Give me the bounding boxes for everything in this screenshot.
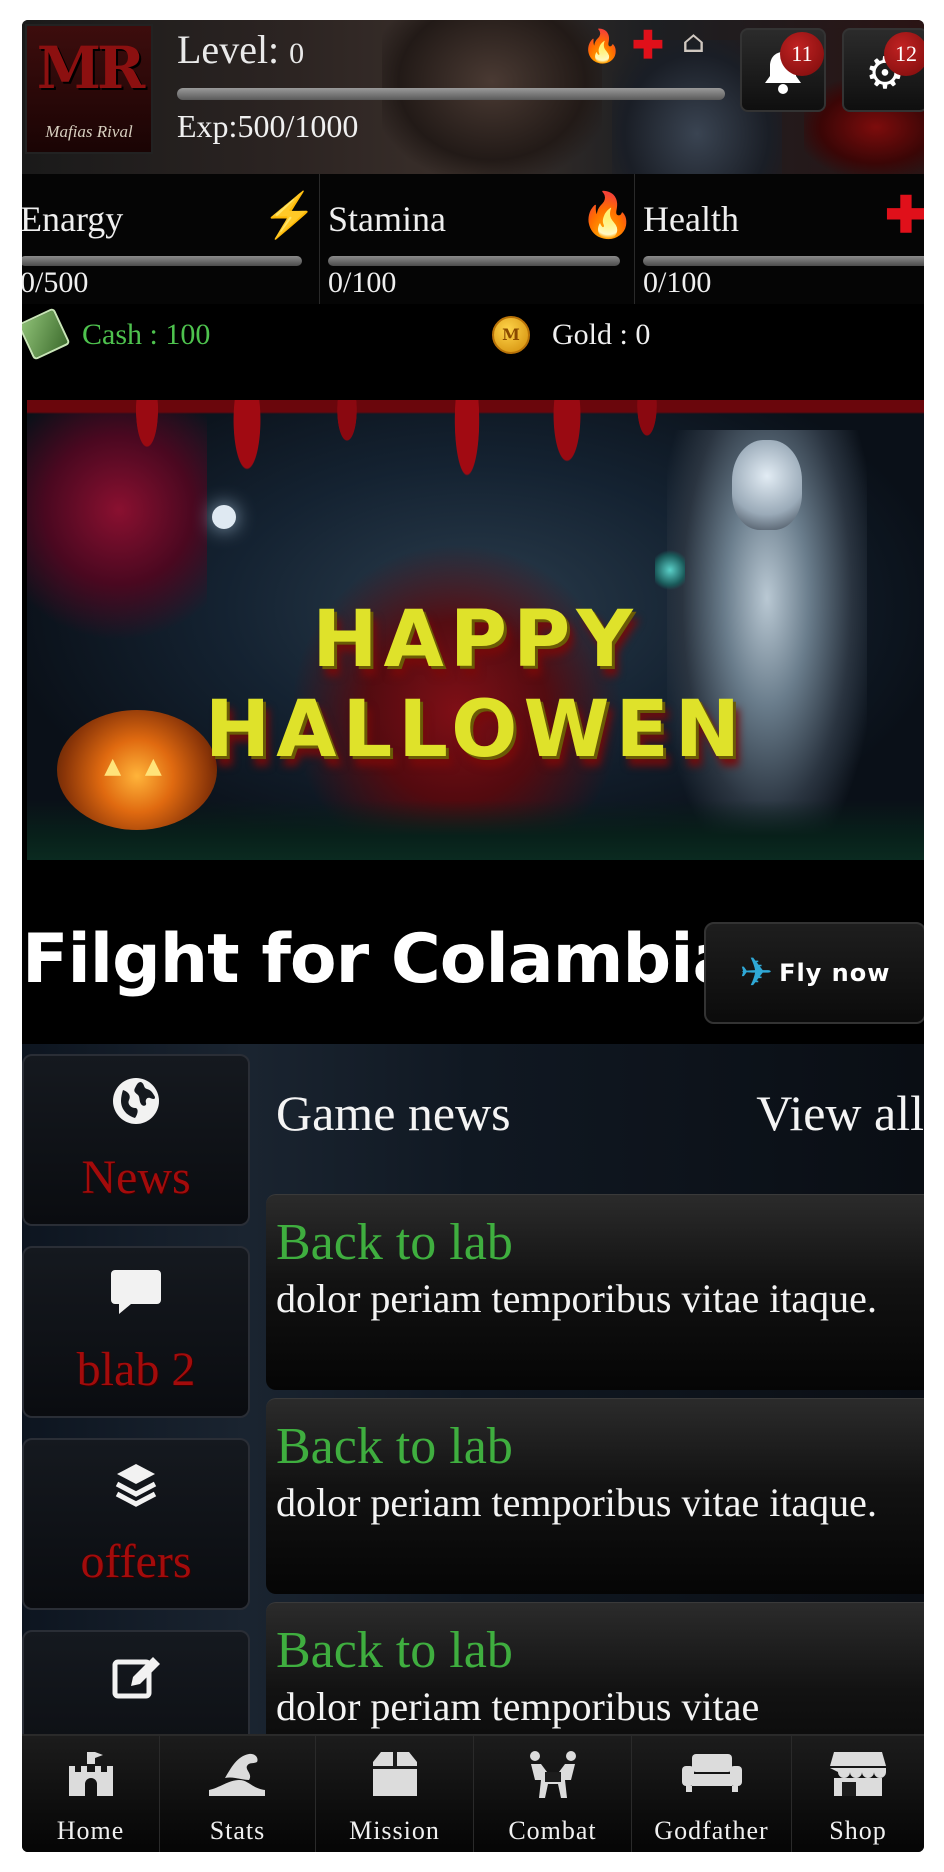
game-logo[interactable]: MR Mafias Rival	[25, 24, 153, 154]
side-menu-offers[interactable]: offers	[22, 1438, 250, 1610]
nav-shop[interactable]: Shop	[792, 1736, 924, 1852]
chat-icon	[24, 1268, 248, 1326]
banner-title: HAPPY HALLOWEN	[204, 595, 747, 775]
stamina-bar	[328, 256, 620, 266]
layers-icon	[24, 1460, 248, 1518]
side-menu-news-label: News	[81, 1151, 191, 1204]
currency-row: Cash : 100 M Gold : 0	[22, 304, 924, 368]
stamina-stat[interactable]: Stamina 🔥 0/100	[319, 174, 635, 304]
stamina-label: Stamina	[328, 199, 446, 239]
view-all-link[interactable]: View all	[756, 1084, 924, 1142]
notifications-button[interactable]: 11	[740, 28, 826, 112]
side-menu-blab[interactable]: blab 2	[22, 1246, 250, 1418]
energy-bar	[22, 256, 302, 266]
moon-decoration	[212, 505, 236, 529]
main-section: News blab 2 offers Game news View all Ba…	[22, 1044, 924, 1734]
level-value: 0	[289, 37, 305, 70]
cash-amount: Cash : 100	[82, 318, 211, 351]
nav-home[interactable]: Home	[22, 1736, 160, 1852]
combat-icon	[474, 1750, 631, 1809]
flame-icon: 🔥	[580, 190, 635, 241]
gold-coin-icon: M	[492, 316, 530, 354]
flight-row: Filght for Colambia ✈ Fly now	[22, 880, 924, 1030]
game-news-panel: Game news View all Back to lab dolor per…	[266, 1044, 924, 1734]
nav-combat-label: Combat	[508, 1816, 597, 1845]
nav-stats[interactable]: Stats	[160, 1736, 316, 1852]
nav-mission[interactable]: Mission	[316, 1736, 474, 1852]
health-cross-icon: ✚	[885, 185, 924, 244]
side-menu-edit[interactable]	[22, 1630, 250, 1734]
box-icon	[316, 1750, 473, 1807]
lantern-decoration	[655, 550, 685, 590]
nav-shop-label: Shop	[829, 1816, 887, 1845]
settings-badge: 12	[884, 32, 924, 76]
cash-icon	[22, 307, 71, 361]
store-icon	[792, 1750, 924, 1807]
fly-now-label: Fly now	[779, 959, 891, 987]
news-item-title: Back to lab	[276, 1214, 513, 1271]
stamina-value: 0/100	[328, 266, 397, 299]
game-news-title: Game news	[276, 1085, 511, 1141]
house-icon[interactable]: ⌂	[682, 28, 705, 58]
edit-icon	[24, 1652, 248, 1710]
stats-icon	[160, 1750, 315, 1807]
level-label: Level:	[177, 27, 290, 72]
news-item-body: dolor periam temporibus vitae itaque.	[276, 1276, 877, 1321]
energy-stat[interactable]: Enargy ⚡ 0/500	[22, 174, 319, 304]
energy-value: 0/500	[22, 266, 89, 299]
nav-combat[interactable]: Combat	[474, 1736, 632, 1852]
app-screen: MR Mafias Rival Level: 0 Exp:500/1000 🔥 …	[22, 20, 924, 1852]
fly-now-button[interactable]: ✈ Fly now	[704, 922, 924, 1024]
nav-home-label: Home	[56, 1816, 125, 1845]
event-banner[interactable]: ▲ ▲ HAPPY HALLOWEN	[27, 400, 924, 860]
globe-icon	[24, 1076, 248, 1134]
logo-initials: MR	[36, 34, 145, 102]
witch-hood	[732, 440, 802, 530]
health-value: 0/100	[643, 266, 712, 299]
castle-icon	[22, 1750, 159, 1807]
nav-godfather-label: Godfather	[654, 1816, 769, 1845]
energy-label: Enargy	[22, 199, 124, 239]
settings-button[interactable]: ⚙ 12	[842, 28, 924, 112]
news-item[interactable]: Back to lab dolor periam temporibus vita…	[266, 1602, 924, 1734]
side-menu-news[interactable]: News	[22, 1054, 250, 1226]
news-item[interactable]: Back to lab dolor periam temporibus vita…	[266, 1194, 924, 1390]
nav-stats-label: Stats	[209, 1816, 266, 1845]
exp-progress-bar	[177, 88, 725, 100]
news-item-title: Back to lab	[276, 1418, 513, 1475]
lightning-icon: ⚡	[262, 190, 317, 241]
health-bar	[643, 256, 924, 266]
health-label: Health	[643, 199, 739, 239]
news-item-body: dolor periam temporibus vitae	[276, 1684, 760, 1729]
notifications-badge: 11	[780, 32, 824, 76]
header: MR Mafias Rival Level: 0 Exp:500/1000 🔥 …	[22, 20, 924, 174]
logo-name: Mafias Rival	[45, 122, 133, 141]
nav-godfather[interactable]: Godfather	[632, 1736, 792, 1852]
level-display: Level: 0	[177, 26, 304, 73]
nav-mission-label: Mission	[349, 1816, 440, 1845]
news-item-body: dolor periam temporibus vitae itaque.	[276, 1480, 877, 1525]
health-stat[interactable]: Health ✚ 0/100	[634, 174, 924, 304]
news-item[interactable]: Back to lab dolor periam temporibus vita…	[266, 1398, 924, 1594]
bottom-nav: Home Stats Mission Combat Godfather Shop	[22, 1734, 924, 1852]
side-menu-blab-label: blab 2	[76, 1343, 196, 1396]
news-item-title: Back to lab	[276, 1622, 513, 1679]
stamina-flame-icon: 🔥	[582, 27, 622, 65]
side-menu-offers-label: offers	[80, 1535, 192, 1588]
sofa-icon	[632, 1750, 791, 1803]
player-stats: Enargy ⚡ 0/500 Stamina 🔥 0/100 Health ✚ …	[22, 174, 924, 304]
health-plus-icon: ✚	[632, 22, 664, 67]
flight-title: Filght for Colambia	[22, 920, 738, 999]
exp-text: Exp:500/1000	[177, 108, 359, 144]
airplane-icon: ✈	[739, 950, 774, 996]
gold-amount: Gold : 0	[552, 318, 651, 351]
